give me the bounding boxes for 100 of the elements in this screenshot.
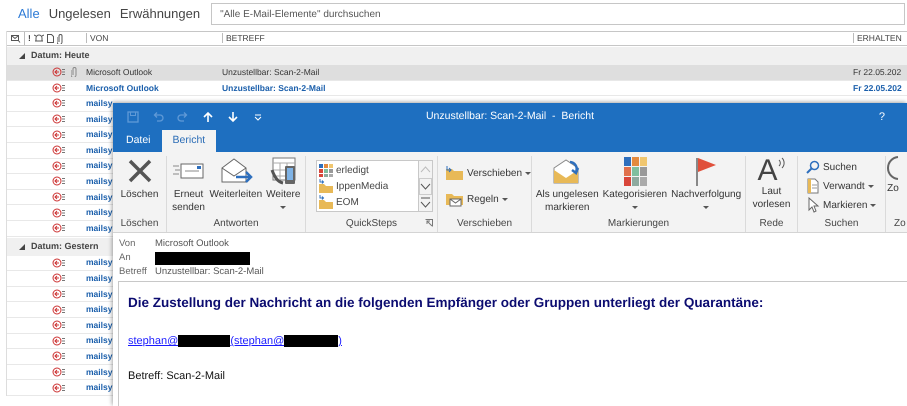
subject-text: Unzustellbar: Scan-2-Mail	[222, 82, 326, 93]
sender-text: mailsy	[86, 335, 112, 346]
sender-text: mailsy	[86, 366, 112, 377]
message-row[interactable]: Microsoft Outlook Unzustellbar: Scan-2-Mail Fr 22.05.202	[7, 65, 907, 81]
column-header[interactable]: BETREFF	[222, 33, 265, 44]
sender-text: mailsy	[86, 257, 112, 268]
color-grid-icon	[319, 163, 333, 177]
window-title: Unzustellbar: Scan-2-Mail - Bericht	[426, 108, 594, 124]
color-grid-icon	[622, 156, 648, 186]
folder-icon	[319, 179, 333, 193]
ribbon-button[interactable]: Nachverfolgung	[670, 156, 742, 216]
field-value: Unzustellbar: Scan-2-Mail	[155, 264, 264, 279]
sender-text: mailsy	[86, 144, 112, 155]
ribbon-button[interactable]: Verschieben	[444, 164, 532, 182]
expanded-triangle-icon[interactable]	[19, 53, 25, 59]
cursor-icon	[806, 197, 820, 213]
date-text: Fr 22.05.202	[853, 66, 902, 77]
undeliverable-icon	[52, 67, 66, 78]
sender-text: Microsoft Outlook	[86, 82, 159, 93]
ribbon-button[interactable]: Markieren	[806, 196, 876, 214]
ribbon-button[interactable]: Kategorisieren	[602, 156, 668, 216]
ribbon-button[interactable]: Löschen	[120, 156, 160, 216]
expanded-triangle-icon[interactable]	[19, 244, 25, 250]
sender-text: mailsy	[86, 176, 112, 186]
ribbon-button[interactable]: Zo	[886, 156, 900, 216]
sender-text: mailsy	[86, 114, 112, 124]
undeliverable-icon	[52, 304, 66, 315]
folder-icon	[319, 195, 333, 209]
scroll-down-icon[interactable]	[419, 178, 432, 195]
field-value: Microsoft Outlook	[155, 236, 229, 251]
ribbon-tab[interactable]: Datei	[115, 130, 162, 152]
message-text: Betreff: Scan-2-Mail	[128, 369, 226, 384]
group-header[interactable]: Datum: Gestern	[31, 240, 99, 254]
ribbon-button[interactable]: Verwandt	[806, 177, 874, 195]
filter-tab[interactable]: Alle	[18, 4, 40, 24]
ribbon-button[interactable]: A Laut vorlesen	[752, 156, 792, 216]
ribbon-tab[interactable]: Bericht	[162, 130, 216, 152]
document-icon	[806, 178, 820, 194]
filter-tab[interactable]: Erwähnungen	[120, 4, 200, 24]
undeliverable-icon	[52, 336, 66, 346]
sender-text: mailsy	[86, 273, 112, 284]
date-text: Fr 22.05.202	[853, 82, 902, 93]
ribbon-button[interactable]: Regeln	[444, 190, 508, 208]
undeliverable-icon	[52, 366, 66, 377]
ribbon-button[interactable]: Erneut senden	[170, 156, 207, 216]
undeliverable-icon	[52, 98, 66, 108]
message-heading: Die Zustellung der Nachricht an die folgenden Empfänger oder Gruppen unterliegt der Quarantäne:	[128, 294, 764, 312]
field-label: Betreff	[119, 264, 148, 279]
quickstep-item[interactable]: IppenMedia	[319, 178, 416, 194]
group-header[interactable]: Datum: Heute	[31, 49, 90, 63]
undeliverable-icon	[52, 208, 66, 218]
undeliverable-icon	[52, 320, 66, 330]
ribbon-button[interactable]: Weitere	[265, 156, 302, 216]
column-header[interactable]: ERHALTEN	[853, 33, 902, 44]
help-button[interactable]: ?	[878, 109, 885, 126]
sender-text: mailsy	[86, 207, 112, 218]
subject-text: Unzustellbar: Scan-2-Mail	[222, 66, 320, 77]
group-label: Antworten	[213, 217, 259, 231]
sender-text: mailsy	[86, 98, 112, 108]
field-label: Von	[119, 236, 136, 251]
folder-envelope-icon	[444, 191, 464, 207]
sender-text: Microsoft Outlook	[86, 66, 152, 77]
group-label: QuickSteps	[346, 217, 398, 231]
importance-header[interactable]: !	[24, 32, 31, 45]
ribbon-button[interactable]: Als ungelesen markieren	[534, 156, 600, 216]
down-arrow-icon[interactable]	[227, 110, 239, 122]
undeliverable-icon	[52, 382, 66, 393]
undeliverable-icon	[52, 130, 66, 140]
ribbon-button[interactable]: Weiterleiten	[208, 156, 264, 216]
email-link[interactable]: stephan@ (stephan@ )	[128, 335, 342, 348]
letter-glyph: A	[757, 156, 778, 186]
undeliverable-icon	[52, 258, 66, 268]
search-field[interactable]: "Alle E-Mail-Elemente" durchsuchen	[211, 3, 905, 25]
up-arrow-icon[interactable]	[202, 110, 214, 122]
filter-tab[interactable]: Ungelesen	[48, 4, 111, 24]
dialog-launcher-icon[interactable]	[425, 219, 433, 227]
quickstep-item[interactable]: erledigt	[319, 162, 416, 178]
message-row[interactable]: Microsoft Outlook Unzustellbar: Scan-2-Mail Fr 22.05.202	[7, 80, 907, 96]
sound-waves-icon	[778, 156, 786, 170]
paperclip-icon	[56, 34, 63, 44]
group-label: Löschen	[120, 217, 158, 231]
sender-text: mailsy	[86, 160, 112, 170]
group-label: Markierungen	[608, 217, 670, 231]
search-icon	[806, 160, 820, 174]
group-label: Rede	[760, 217, 784, 231]
sender-text: mailsy	[86, 288, 112, 299]
undeliverable-icon	[52, 160, 66, 171]
group-label: Suchen	[824, 217, 858, 231]
sender-text: mailsy	[86, 320, 112, 330]
sender-text: mailsy	[86, 351, 112, 362]
sort-envelope-icon	[11, 34, 21, 42]
column-header[interactable]: VON	[86, 33, 108, 44]
undeliverable-icon	[52, 273, 66, 284]
quickstep-item[interactable]: EOM	[319, 194, 416, 210]
undeliverable-icon	[52, 192, 66, 202]
document-icon	[46, 34, 54, 43]
ribbon-button[interactable]: Suchen	[806, 158, 857, 176]
group-label: Verschieben	[456, 217, 512, 231]
sender-text: mailsy	[86, 129, 112, 140]
sender-text: mailsy	[86, 192, 112, 202]
